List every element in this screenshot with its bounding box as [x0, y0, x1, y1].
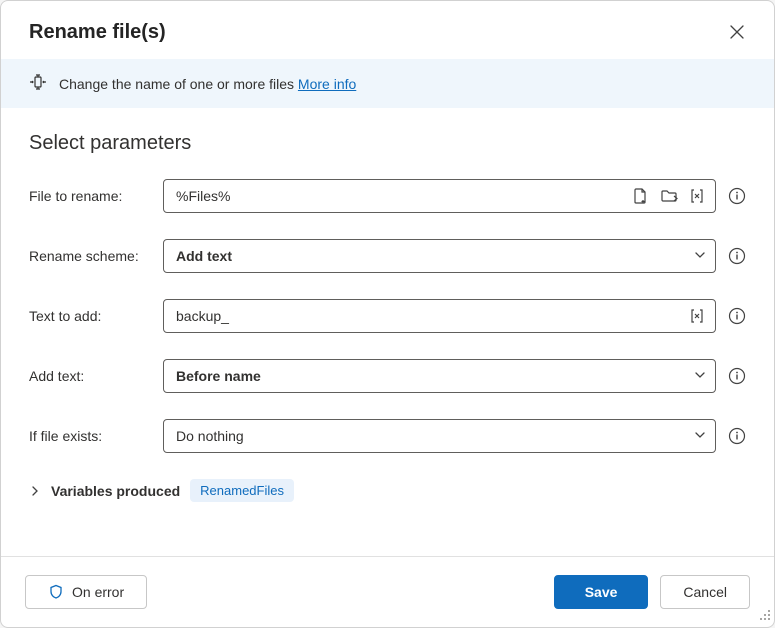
- variables-produced-row: Variables produced RenamedFiles: [29, 479, 746, 502]
- resize-grip[interactable]: [759, 608, 771, 624]
- label-if-file-exists: If file exists:: [29, 428, 155, 444]
- cancel-button[interactable]: Cancel: [660, 575, 750, 609]
- close-icon: [730, 25, 744, 39]
- rename-files-dialog: Rename file(s) Change the name of one or…: [0, 0, 775, 628]
- info-icon: [728, 367, 746, 385]
- section-title: Select parameters: [29, 132, 746, 155]
- rename-action-icon: [29, 73, 47, 94]
- info-icon: [728, 307, 746, 325]
- file-picker-button[interactable]: [630, 185, 652, 207]
- info-bar: Change the name of one or more files Mor…: [1, 59, 774, 108]
- variables-expand-toggle[interactable]: [29, 485, 41, 497]
- help-add-text[interactable]: [728, 367, 746, 385]
- label-file-to-rename: File to rename:: [29, 188, 155, 204]
- shield-icon: [48, 584, 64, 600]
- resize-grip-icon: [759, 609, 771, 621]
- row-if-file-exists: If file exists: Do nothing: [29, 419, 746, 453]
- info-icon: [728, 247, 746, 265]
- close-button[interactable]: [724, 19, 750, 45]
- row-rename-scheme: Rename scheme: Add text: [29, 239, 746, 273]
- file-icon: [632, 187, 650, 205]
- chevron-right-icon: [29, 485, 41, 497]
- info-icon: [728, 187, 746, 205]
- label-text-to-add: Text to add:: [29, 308, 155, 324]
- folder-icon: [660, 187, 678, 205]
- variable-picker-button[interactable]: [686, 185, 708, 207]
- input-text-to-add[interactable]: [163, 299, 716, 333]
- info-text: Change the name of one or more files Mor…: [59, 76, 356, 92]
- row-file-to-rename: File to rename:: [29, 179, 746, 213]
- variable-icon: [688, 187, 706, 205]
- row-text-to-add: Text to add:: [29, 299, 746, 333]
- select-if-file-exists[interactable]: Do nothing: [163, 419, 716, 453]
- variable-picker-button-2[interactable]: [686, 305, 708, 327]
- label-rename-scheme: Rename scheme:: [29, 248, 155, 264]
- dialog-title: Rename file(s): [29, 21, 166, 44]
- save-button[interactable]: Save: [554, 575, 649, 609]
- dialog-footer: On error Save Cancel: [1, 556, 774, 627]
- select-add-text[interactable]: Before name: [163, 359, 716, 393]
- info-icon: [728, 427, 746, 445]
- help-rename-scheme[interactable]: [728, 247, 746, 265]
- label-add-text: Add text:: [29, 368, 155, 384]
- dialog-header: Rename file(s): [1, 1, 774, 59]
- more-info-link[interactable]: More info: [298, 76, 356, 92]
- select-rename-scheme[interactable]: Add text: [163, 239, 716, 273]
- variables-produced-label[interactable]: Variables produced: [51, 483, 180, 499]
- on-error-button[interactable]: On error: [25, 575, 147, 609]
- row-add-text: Add text: Before name: [29, 359, 746, 393]
- help-text-to-add[interactable]: [728, 307, 746, 325]
- folder-picker-button[interactable]: [658, 185, 680, 207]
- help-if-file-exists[interactable]: [728, 427, 746, 445]
- help-file-to-rename[interactable]: [728, 187, 746, 205]
- variable-chip-renamedfiles[interactable]: RenamedFiles: [190, 479, 294, 502]
- variable-icon: [688, 307, 706, 325]
- dialog-content: Select parameters File to rename:: [1, 108, 774, 556]
